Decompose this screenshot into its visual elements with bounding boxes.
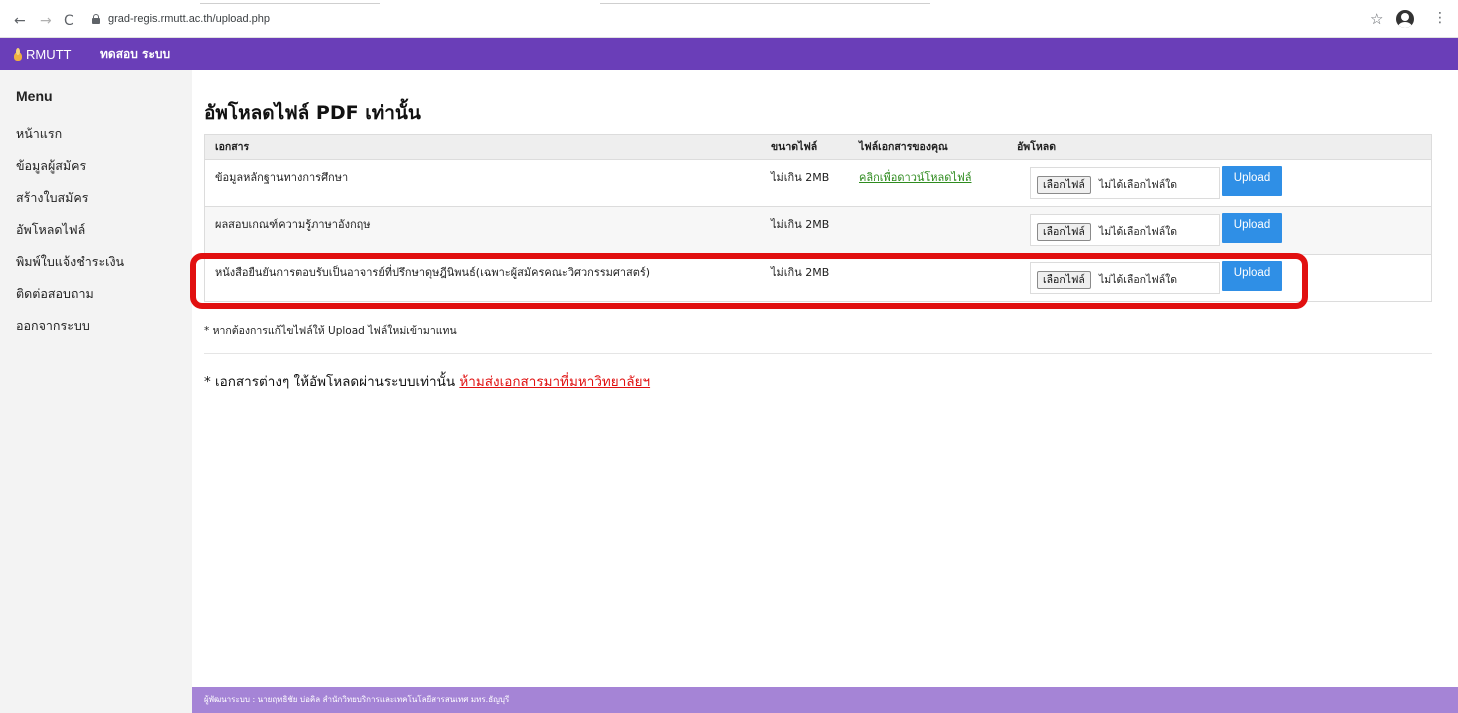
profile-avatar-icon[interactable] <box>1396 10 1414 28</box>
lock-icon <box>92 14 100 24</box>
replace-file-note: * หากต้องการแก้ไขไฟล์ให้ Upload ไฟล์ใหม่… <box>204 325 457 337</box>
no-mail-warning-link[interactable]: ห้ามส่งเอกสารมาที่มหาวิทยาลัยฯ <box>459 374 650 390</box>
footer: ผู้พัฒนาระบบ : นายฤทธิชัย บ่อคิล สำนักวิ… <box>192 687 1458 713</box>
sidebar: Menu หน้าแรก ข้อมูลผู้สมัคร สร้างใบสมัคร… <box>0 70 192 713</box>
choose-file-button[interactable]: เลือกไฟล์ <box>1037 223 1091 241</box>
table-row: หนังสือยืนยันการตอบรับเป็นอาจารย์ที่ปรึก… <box>205 254 1431 301</box>
file-input[interactable]: เลือกไฟล์ ไม่ได้เลือกไฟล์ใด <box>1030 214 1220 246</box>
upload-button-label: Upload <box>1233 267 1271 279</box>
brand-link[interactable]: RMUTT <box>14 44 72 64</box>
reload-icon[interactable]: C <box>64 13 74 29</box>
upload-button[interactable]: Upload <box>1222 213 1282 243</box>
size-limit: ไม่เกิน 2MB <box>771 171 830 184</box>
tab-divider <box>200 0 380 4</box>
document-name: หนังสือยืนยันการตอบรับเป็นอาจารย์ที่ปรึก… <box>215 266 651 279</box>
file-status: ไม่ได้เลือกไฟล์ใด <box>1099 226 1178 238</box>
upload-button-label: Upload <box>1233 219 1271 231</box>
header-file-size: ขนาดไฟล์ <box>771 141 818 153</box>
header-your-file: ไฟล์เอกสารของคุณ <box>859 141 948 153</box>
footer-credits: ผู้พัฒนาระบบ : นายฤทธิชัย บ่อคิล สำนักวิ… <box>204 695 510 704</box>
sidebar-item-print-payment[interactable]: พิมพ์ใบแจ้งชำระเงิน <box>16 254 124 286</box>
upload-table: เอกสาร ขนาดไฟล์ ไฟล์เอกสารของคุณ อัพโหลด… <box>204 134 1432 302</box>
document-name: ข้อมูลหลักฐานทางการศึกษา <box>215 171 349 184</box>
file-input[interactable]: เลือกไฟล์ ไม่ได้เลือกไฟล์ใด <box>1030 262 1220 294</box>
site-header: RMUTT ทดสอบ ระบบ <box>0 38 1458 70</box>
bookmark-star-icon[interactable]: ☆ <box>1370 10 1383 28</box>
tab-divider <box>600 0 930 4</box>
forward-icon[interactable]: → <box>40 13 52 29</box>
file-input[interactable]: เลือกไฟล์ ไม่ได้เลือกไฟล์ใด <box>1030 167 1220 199</box>
main-content: อัพโหลดไฟล์ PDF เท่านั้น เอกสาร ขนาดไฟล์… <box>192 70 1458 687</box>
sidebar-item-upload-files[interactable]: อัพโหลดไฟล์ <box>16 222 124 254</box>
table-row: ผลสอบเกณฑ์ความรู้ภาษาอังกฤษ ไม่เกิน 2MB … <box>205 206 1431 254</box>
file-status: ไม่ได้เลือกไฟล์ใด <box>1099 274 1178 286</box>
sidebar-item-home[interactable]: หน้าแรก <box>16 126 124 158</box>
upload-button[interactable]: Upload <box>1222 166 1282 196</box>
sidebar-item-logout[interactable]: ออกจากระบบ <box>16 318 124 350</box>
flame-logo-icon <box>14 47 22 61</box>
choose-file-button[interactable]: เลือกไฟล์ <box>1037 176 1091 194</box>
document-name: ผลสอบเกณฑ์ความรู้ภาษาอังกฤษ <box>215 218 371 231</box>
sidebar-item-create-application[interactable]: สร้างใบสมัคร <box>16 190 124 222</box>
brand-name: RMUTT <box>26 46 72 62</box>
divider <box>204 353 1432 354</box>
upload-button[interactable]: Upload <box>1222 261 1282 291</box>
size-limit: ไม่เกิน 2MB <box>771 266 830 279</box>
notice-text: * เอกสารต่างๆ ให้อัพโหลดผ่านระบบเท่านั้น <box>204 374 460 390</box>
browser-menu-icon[interactable]: ⋮ <box>1433 10 1447 26</box>
address-bar[interactable]: grad-regis.rmutt.ac.th/upload.php <box>108 11 270 27</box>
upload-only-notice: * เอกสารต่างๆ ให้อัพโหลดผ่านระบบเท่านั้น… <box>204 372 650 392</box>
page-title: อัพโหลดไฟล์ PDF เท่านั้น <box>204 102 421 124</box>
size-limit: ไม่เกิน 2MB <box>771 218 830 231</box>
back-icon[interactable]: ← <box>14 13 26 29</box>
header-menu-item[interactable]: ทดสอบ ระบบ <box>100 46 170 62</box>
sidebar-item-applicant-info[interactable]: ข้อมูลผู้สมัคร <box>16 158 124 190</box>
download-file-link[interactable]: คลิกเพื่อดาวน์โหลดไฟล์ <box>859 171 972 185</box>
sidebar-menu: หน้าแรก ข้อมูลผู้สมัคร สร้างใบสมัคร อัพโ… <box>16 126 124 350</box>
file-status: ไม่ได้เลือกไฟล์ใด <box>1099 179 1178 191</box>
header-document: เอกสาร <box>215 141 250 153</box>
choose-file-button[interactable]: เลือกไฟล์ <box>1037 271 1091 289</box>
browser-toolbar: ← → C grad-regis.rmutt.ac.th/upload.php … <box>0 0 1458 38</box>
table-row: ข้อมูลหลักฐานทางการศึกษา ไม่เกิน 2MB คลิ… <box>205 159 1431 206</box>
header-upload: อัพโหลด <box>1017 141 1057 153</box>
sidebar-title: Menu <box>16 88 53 104</box>
table-header: เอกสาร ขนาดไฟล์ ไฟล์เอกสารของคุณ อัพโหลด <box>205 135 1431 159</box>
sidebar-item-contact[interactable]: ติดต่อสอบถาม <box>16 286 124 318</box>
upload-button-label: Upload <box>1233 172 1271 184</box>
